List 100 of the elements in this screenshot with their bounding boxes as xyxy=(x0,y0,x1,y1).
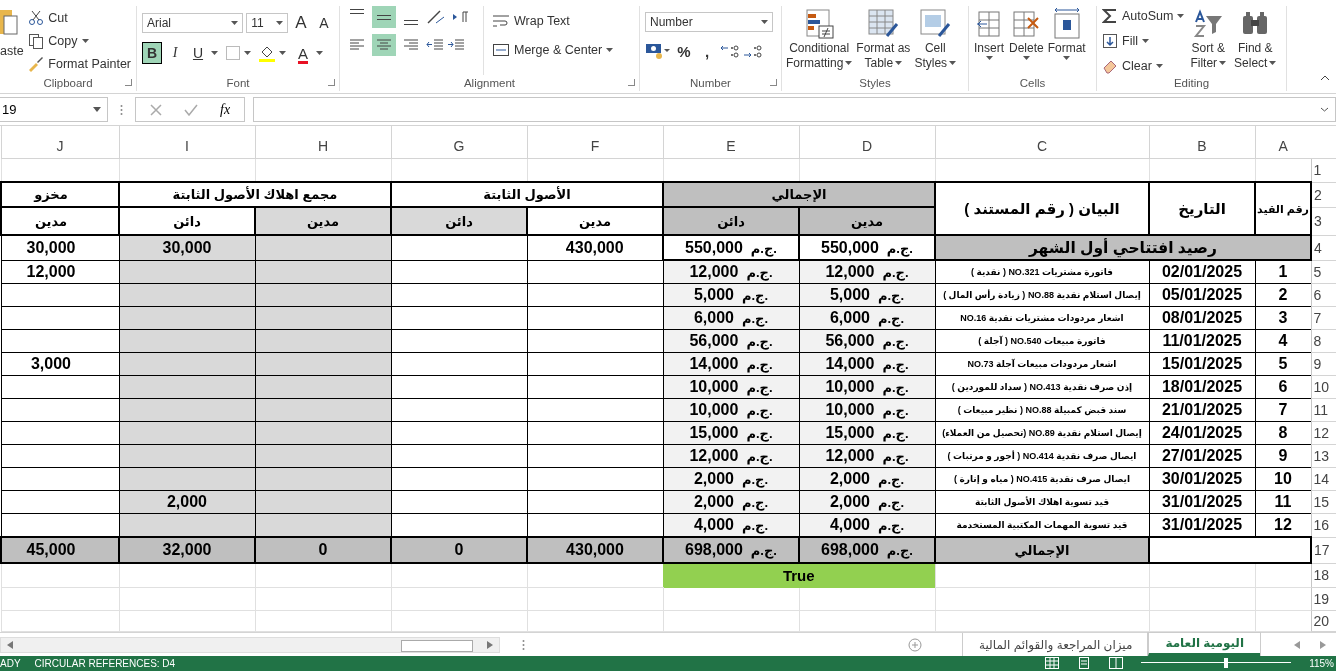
column-header[interactable]: D xyxy=(799,126,935,159)
row-number[interactable]: 15 xyxy=(1311,490,1336,514)
row-number[interactable]: 19 xyxy=(1311,587,1336,611)
column-heading: مدين xyxy=(255,207,391,236)
column-header[interactable]: A xyxy=(1255,126,1311,159)
table-cell: 4 xyxy=(1255,329,1311,353)
table-cell: 30/01/2025 xyxy=(1149,467,1255,491)
insert-function-button[interactable]: fx xyxy=(220,101,231,118)
row-number[interactable]: 14 xyxy=(1311,467,1336,491)
row-number[interactable]: 20 xyxy=(1311,610,1336,632)
table-cell: True xyxy=(663,563,935,588)
group-label: Number xyxy=(690,77,731,89)
comma-style-button[interactable]: , xyxy=(697,40,717,62)
sheet-tab[interactable]: ميزان المراجعة والقوائم المالية xyxy=(962,633,1149,656)
amount-text: 2,000 xyxy=(693,470,734,489)
column-header[interactable]: F xyxy=(527,126,663,159)
table-cell: فاتورة مشتريات NO.321 ( نقدية ) xyxy=(935,260,1149,284)
find-select-button[interactable]: Find & Select xyxy=(1232,6,1279,71)
table-cell: اشعار مردودات مبيعات آجلة NO.73 xyxy=(935,352,1149,376)
zoom-level[interactable]: 115% xyxy=(1309,657,1334,669)
row-number[interactable]: 1 xyxy=(1311,158,1336,183)
table-cell: الإجمالي xyxy=(935,537,1149,564)
sheet-tab[interactable]: اليومية العامة xyxy=(1148,633,1260,656)
styles-button[interactable]: Format as Table xyxy=(854,6,913,71)
column-header[interactable]: I xyxy=(119,126,255,159)
paste-button[interactable]: aste xyxy=(0,6,25,75)
row-number[interactable]: 5 xyxy=(1311,260,1336,284)
table-cell: اشعار مردودات مشتريات نقدية NO.16 xyxy=(935,306,1149,330)
cells-button[interactable]: Insert xyxy=(971,6,1007,60)
currency-text: ج.م. xyxy=(877,495,905,511)
sort-filter-button[interactable]: Sort & Filter xyxy=(1188,6,1229,71)
column-heading: الأصول الثابتة xyxy=(391,182,663,208)
cells-button[interactable]: Delete xyxy=(1007,6,1046,60)
amount-text: 6,000 xyxy=(693,309,734,328)
column-header[interactable]: G xyxy=(391,126,527,159)
group-label: Cells xyxy=(1019,77,1046,89)
format-painter-button[interactable]: Format Painter xyxy=(28,54,131,73)
table-cell: سند قبض كمبيلة NO.88 ( نظير مبيعات ) xyxy=(935,398,1149,422)
cut-button[interactable]: Cut xyxy=(28,8,131,27)
column-header[interactable]: E xyxy=(663,126,799,159)
number-format-dropdown[interactable]: Number xyxy=(645,12,773,32)
table-cell: رصيد افتتاحي أول الشهر xyxy=(935,235,1311,261)
currency-text: ج.م. xyxy=(886,543,913,559)
wrap-text-button[interactable]: Wrap Text xyxy=(492,11,614,30)
currency-text: ج.م. xyxy=(741,518,769,534)
table-cell: 02/01/2025 xyxy=(1149,260,1255,284)
font-name-dropdown[interactable]: Arial xyxy=(142,13,244,33)
currency-text: ج.م. xyxy=(882,334,909,350)
table-cell: 24/01/2025 xyxy=(1149,421,1255,445)
autosum-button[interactable]: AutoSum xyxy=(1102,6,1185,25)
styles-button[interactable]: Cell Styles xyxy=(912,6,959,71)
amount-text: 14,000 xyxy=(689,355,739,374)
amount-text: 698,000 xyxy=(685,541,743,560)
cells-button[interactable]: Format xyxy=(1045,6,1088,60)
currency-text: ج.م. xyxy=(746,449,773,465)
styles-button[interactable]: Conditional Formatting xyxy=(784,6,855,71)
column-header[interactable]: B xyxy=(1149,126,1255,159)
row-number[interactable]: 8 xyxy=(1311,329,1336,353)
amount-text: 10,000 xyxy=(689,401,739,420)
table-cell: ايصال صرف نقدية NO.414 ( أجور و مرتبات ) xyxy=(935,444,1149,468)
table-cell: 6 xyxy=(1255,375,1311,399)
row-number[interactable]: 16 xyxy=(1311,513,1336,538)
font-color-button[interactable]: A xyxy=(293,42,313,64)
percent-button[interactable]: % xyxy=(674,40,694,62)
row-number[interactable]: 18 xyxy=(1311,563,1336,588)
row-number[interactable]: 2 xyxy=(1311,182,1336,208)
row-number[interactable]: 6 xyxy=(1311,283,1336,307)
row-number[interactable]: 11 xyxy=(1311,398,1336,422)
row-number[interactable]: 3 xyxy=(1311,207,1336,236)
table-cell: 32,000 xyxy=(119,537,255,564)
shrink-font-button[interactable]: A xyxy=(314,12,334,34)
clear-button[interactable]: Clear xyxy=(1102,56,1185,75)
row-number[interactable]: 10 xyxy=(1311,375,1336,399)
font-size-dropdown[interactable]: 11 xyxy=(246,13,288,33)
column-header[interactable]: H xyxy=(255,126,391,159)
row-number[interactable]: 17 xyxy=(1311,537,1336,564)
table-cell: 430,000 xyxy=(527,235,663,261)
currency-text: ج.م. xyxy=(877,288,905,304)
currency-text: ج.م. xyxy=(746,426,773,442)
amount-text: 10,000 xyxy=(825,401,875,420)
grow-font-button[interactable]: A xyxy=(291,12,311,34)
row-number[interactable]: 12 xyxy=(1311,421,1336,445)
row-number[interactable]: 7 xyxy=(1311,306,1336,330)
row-number[interactable]: 9 xyxy=(1311,352,1336,376)
fill-button[interactable]: Fill xyxy=(1102,31,1185,50)
table-cell: 430,000 xyxy=(527,537,663,564)
row-number[interactable]: 13 xyxy=(1311,444,1336,468)
merge-center-button[interactable]: Merge & Center xyxy=(492,40,614,59)
currency-text: ج.م. xyxy=(750,240,777,256)
copy-button[interactable]: Copy xyxy=(28,31,131,50)
amount-text: 12,000 xyxy=(825,447,875,466)
table-cell: 30,000 xyxy=(119,235,255,261)
currency-text: ج.م. xyxy=(877,472,905,488)
name-box[interactable]: 19 xyxy=(0,97,108,123)
table-cell: 27/01/2025 xyxy=(1149,444,1255,468)
bold-button[interactable]: B xyxy=(142,42,162,64)
italic-button[interactable]: I xyxy=(165,42,185,64)
column-header[interactable]: J xyxy=(1,126,119,159)
column-header[interactable]: C xyxy=(935,126,1149,159)
underline-button[interactable]: U xyxy=(188,42,208,64)
